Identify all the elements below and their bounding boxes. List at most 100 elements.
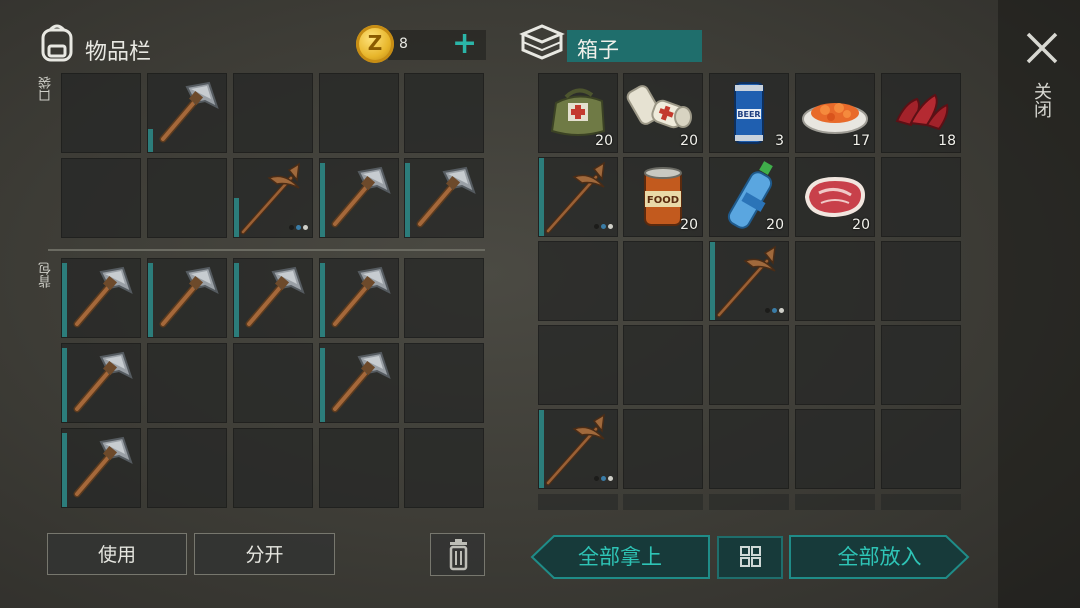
inventory-slot[interactable] [404,258,484,338]
inventory-slot-stone-pickaxe[interactable] [319,258,399,338]
box-slot[interactable] [538,325,618,405]
tier-dots [289,225,308,230]
box-slot[interactable] [881,409,961,489]
box-slot-bacon[interactable]: 18 [881,73,961,153]
box-slot-water[interactable]: 20 [709,157,789,237]
inventory-slot[interactable] [233,343,313,423]
box-slot-canned-food[interactable]: FOOD 20 [623,157,703,237]
currency-count: 8 [399,36,408,52]
beer-label: BEER [737,110,760,119]
stone-pickaxe-icon [61,428,141,508]
item-count: 20 [680,217,698,233]
stone-pickaxe-icon [319,158,399,238]
inventory-title: 物品栏 [85,40,152,65]
box-slot-iron-pickaxe[interactable] [709,241,789,321]
item-count: 20 [852,217,870,233]
put-all-label: 全部放入 [837,545,922,569]
box-slot-carrots[interactable]: 17 [795,73,875,153]
trash-icon [449,539,468,571]
box-slot-bandage[interactable]: 20 [623,73,703,153]
tier-dots [594,476,613,481]
item-count: 17 [852,133,870,149]
box-slot[interactable] [623,241,703,321]
stone-pickaxe-icon [147,73,227,153]
box-slot-partial [623,494,703,510]
item-count: 20 [680,133,698,149]
box-slot[interactable] [881,157,961,237]
inventory-slot[interactable] [319,428,399,508]
box-slot[interactable] [881,325,961,405]
box-slot-partial [795,494,875,510]
put-all-button[interactable]: 全部放入 [789,535,970,579]
inventory-slot-iron-pickaxe[interactable] [233,158,313,238]
add-currency-button[interactable]: + [452,29,477,59]
box-slot[interactable] [623,409,703,489]
box-slot-steak[interactable]: 20 [795,157,875,237]
inventory-slot[interactable] [319,73,399,153]
grid-icon [740,546,761,567]
inventory-slot-stone-pickaxe[interactable] [61,428,141,508]
inventory-slot-stone-pickaxe[interactable] [319,158,399,238]
inventory-slot-stone-pickaxe[interactable] [319,343,399,423]
inventory-slot-stone-pickaxe[interactable] [147,258,227,338]
box-slot[interactable] [709,325,789,405]
box-slot-medkit[interactable]: 20 [538,73,618,153]
close-label[interactable]: 关闭 [1030,82,1052,118]
inventory-slot-stone-pickaxe[interactable] [61,258,141,338]
inventory-slot-stone-pickaxe[interactable] [233,258,313,338]
box-slot-iron-pickaxe[interactable] [538,409,618,489]
inventory-slot[interactable] [233,428,313,508]
stone-pickaxe-icon [319,258,399,338]
stone-pickaxe-icon [147,258,227,338]
coin-icon: Z [356,25,394,63]
tier-dots [594,224,613,229]
stone-pickaxe-icon [319,343,399,423]
box-slot-iron-pickaxe[interactable] [538,157,618,237]
pocket-label: 口袋 [39,76,54,102]
inventory-slot[interactable] [404,343,484,423]
container-title: 箱子 [577,38,619,62]
stone-pickaxe-icon [61,258,141,338]
backpack-label: 背包 [39,262,54,288]
item-count: 20 [595,133,613,149]
box-slot[interactable] [623,325,703,405]
inventory-slot-stone-pickaxe[interactable] [404,158,484,238]
split-button[interactable]: 分开 [194,533,335,575]
box-slot[interactable] [881,241,961,321]
use-button[interactable]: 使用 [47,533,187,575]
chest-icon [519,24,565,60]
trash-button[interactable] [430,533,485,576]
box-slot[interactable] [538,241,618,321]
can-label: FOOD [647,195,679,206]
inventory-slot[interactable] [233,73,313,153]
inventory-slot[interactable] [61,73,141,153]
box-slot-partial [709,494,789,510]
backpack-icon [41,24,73,62]
box-slot[interactable] [795,241,875,321]
box-slot[interactable] [709,409,789,489]
inventory-slot-stone-pickaxe[interactable] [147,73,227,153]
sort-grid-button[interactable] [717,536,783,579]
inventory-slot[interactable] [147,343,227,423]
box-slot[interactable] [795,325,875,405]
inventory-slot[interactable] [147,428,227,508]
inventory-slot[interactable] [404,73,484,153]
item-count: 18 [938,133,956,149]
stone-pickaxe-icon [404,158,484,238]
inventory-slot[interactable] [147,158,227,238]
section-divider [48,249,485,251]
take-all-button[interactable]: 全部拿上 [530,535,710,579]
box-slot-partial [881,494,961,510]
close-icon[interactable] [1022,28,1062,68]
stone-pickaxe-icon [233,258,313,338]
stone-pickaxe-icon [61,343,141,423]
take-all-label: 全部拿上 [578,545,662,569]
inventory-slot[interactable] [404,428,484,508]
box-slot[interactable] [795,409,875,489]
tier-dots [765,308,784,313]
item-count: 3 [775,133,784,149]
box-slot-partial [538,494,618,510]
box-slot-beer[interactable]: BEER 3 [709,73,789,153]
inventory-slot-stone-pickaxe[interactable] [61,343,141,423]
inventory-slot[interactable] [61,158,141,238]
